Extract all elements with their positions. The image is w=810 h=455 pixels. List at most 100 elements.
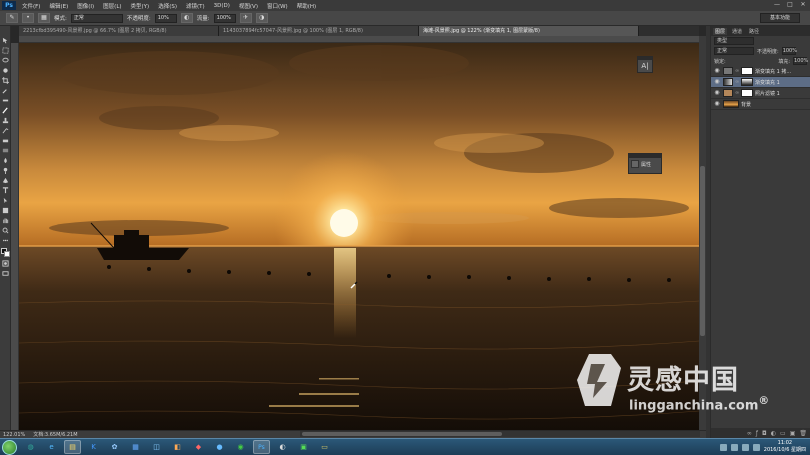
start-button[interactable]	[2, 440, 17, 455]
healing-brush-tool-icon[interactable]	[1, 96, 9, 104]
brush-tool-icon[interactable]	[1, 106, 9, 114]
tab-layers[interactable]: 图层	[713, 27, 728, 35]
pen-tool-icon[interactable]	[1, 176, 9, 184]
menu-type[interactable]: 类型(Y)	[131, 2, 150, 10]
taskbar-app-icon[interactable]: ◫	[148, 440, 165, 454]
new-layer-icon[interactable]: ▣	[790, 430, 796, 437]
blur-tool-icon[interactable]	[1, 156, 9, 164]
brush-size-icon[interactable]: •	[22, 13, 34, 23]
menu-image[interactable]: 图像(I)	[77, 2, 94, 10]
mask-thumb[interactable]	[741, 78, 753, 86]
taskbar-app-icon[interactable]: ✿	[106, 440, 123, 454]
add-mask-icon[interactable]: ◘	[762, 430, 767, 437]
color-swatches[interactable]	[0, 248, 10, 257]
marquee-tool-icon[interactable]	[1, 46, 9, 54]
taskbar-app-icon[interactable]: ▭	[316, 440, 333, 454]
zoom-tool-icon[interactable]	[1, 226, 9, 234]
quick-select-tool-icon[interactable]	[1, 66, 9, 74]
layer-row[interactable]: ◉ ∞ 渐变填充 1	[711, 77, 810, 88]
ie-icon[interactable]: e	[43, 440, 60, 454]
tab-document-3[interactable]: 海滩-风景照.jpg @ 122% (渐变填充 1, 图层蒙版/8)	[419, 26, 639, 36]
menu-file[interactable]: 文件(F)	[22, 2, 40, 10]
tab-document-1[interactable]: 2213cfbd395490-风景照.jpg @ 66.7% (图层 2 拷贝,…	[19, 26, 219, 36]
fill-field[interactable]: 100%	[793, 57, 808, 65]
network-icon[interactable]	[741, 443, 749, 451]
eye-icon[interactable]: ◉	[713, 89, 721, 97]
lasso-tool-icon[interactable]	[1, 56, 9, 64]
layer-row[interactable]: ◉ ∞ 照片滤镜 1	[711, 88, 810, 99]
taskbar-app-icon[interactable]: ◆	[190, 440, 207, 454]
tab-channels[interactable]: 通道	[730, 28, 744, 35]
airbrush-icon[interactable]: ✈	[239, 13, 252, 23]
more-tools-icon[interactable]	[1, 236, 9, 244]
move-tool-icon[interactable]	[1, 36, 9, 44]
character-panel-collapsed[interactable]: A|	[637, 56, 653, 73]
minimize-button[interactable]: —	[772, 1, 782, 9]
photoshop-taskbar-icon[interactable]: Ps	[253, 440, 270, 454]
tab-paths[interactable]: 路径	[747, 28, 761, 35]
scroll-thumb[interactable]	[700, 166, 705, 336]
eye-icon[interactable]: ◉	[713, 78, 721, 86]
menu-view[interactable]: 视图(V)	[239, 2, 258, 10]
menu-select[interactable]: 选择(S)	[158, 2, 177, 10]
clock[interactable]: 11:02 2016/10/6 星期四	[764, 440, 806, 454]
mask-thumb[interactable]	[741, 67, 753, 75]
layer-filter-select[interactable]: 类型	[714, 37, 754, 45]
quick-mask-icon[interactable]	[1, 259, 9, 267]
menu-3d[interactable]: 3D(D)	[214, 3, 230, 9]
chrome-icon[interactable]: ◉	[232, 440, 249, 454]
clone-stamp-tool-icon[interactable]	[1, 116, 9, 124]
adjustment-icon[interactable]: ◐	[771, 430, 776, 437]
taskbar-app-icon[interactable]: ◧	[169, 440, 186, 454]
eye-icon[interactable]: ◉	[713, 67, 721, 75]
volume-icon[interactable]	[752, 443, 760, 451]
hand-tool-icon[interactable]	[1, 216, 9, 224]
menu-edit[interactable]: 编辑(E)	[49, 2, 68, 10]
mode-select[interactable]: 正常	[70, 13, 123, 23]
explorer-icon[interactable]: ▤	[64, 440, 81, 454]
taskbar-app-icon[interactable]: ◍	[22, 440, 39, 454]
layer-opacity-field[interactable]: 100%	[781, 47, 797, 55]
menu-help[interactable]: 帮助(H)	[297, 2, 316, 10]
folder-icon[interactable]: ▭	[780, 430, 786, 437]
pressure-size-icon[interactable]: ◑	[255, 13, 268, 23]
background-color[interactable]	[3, 251, 10, 257]
taskbar-app-icon[interactable]: ▦	[127, 440, 144, 454]
mask-thumb[interactable]	[741, 89, 753, 97]
properties-icon[interactable]	[631, 160, 639, 168]
blend-mode-select[interactable]: 正常	[714, 47, 754, 55]
pressure-opacity-icon[interactable]: ◐	[180, 13, 193, 23]
menu-layer[interactable]: 图层(L)	[103, 2, 121, 10]
type-tool-icon[interactable]	[1, 186, 9, 194]
tray-icon[interactable]	[719, 443, 727, 451]
zoom-readout[interactable]: 122.01%	[3, 432, 25, 438]
crop-tool-icon[interactable]	[1, 76, 9, 84]
eraser-tool-icon[interactable]	[1, 136, 9, 144]
taskbar-app-icon[interactable]: ▣	[295, 440, 312, 454]
link-layers-icon[interactable]: ∞	[747, 430, 752, 437]
scroll-thumb[interactable]	[302, 432, 502, 436]
tray-icon[interactable]	[730, 443, 738, 451]
layer-row[interactable]: ◉ ∞ 渐变填充 1 拷...	[711, 66, 810, 77]
trash-icon[interactable]: 🗑	[799, 430, 807, 437]
tab-document-2[interactable]: 1143037894fc57047-风景照.jpg @ 100% (图层 1, …	[219, 26, 419, 36]
fx-icon[interactable]: ƒ	[756, 430, 758, 437]
path-select-tool-icon[interactable]	[1, 196, 9, 204]
history-brush-tool-icon[interactable]	[1, 126, 9, 134]
maximize-button[interactable]: □	[785, 1, 795, 9]
screen-mode-icon[interactable]	[1, 269, 9, 277]
taskbar-app-icon[interactable]: ◐	[274, 440, 291, 454]
flow-field[interactable]: 100%	[213, 13, 236, 23]
menu-filter[interactable]: 滤镜(T)	[186, 2, 205, 10]
taskbar-app-icon[interactable]: ●	[211, 440, 228, 454]
layer-row[interactable]: ◉ 背景	[711, 99, 810, 110]
dodge-tool-icon[interactable]	[1, 166, 9, 174]
brush-preset-icon[interactable]: ✎	[6, 13, 18, 23]
shape-tool-icon[interactable]	[1, 206, 9, 214]
brush-panel-icon[interactable]: ▦	[38, 13, 50, 23]
eye-icon[interactable]: ◉	[713, 100, 721, 108]
properties-panel-collapsed[interactable]: 属性	[628, 153, 662, 174]
opacity-field[interactable]: 10%	[154, 13, 177, 23]
menu-window[interactable]: 窗口(W)	[267, 2, 288, 10]
gradient-tool-icon[interactable]	[1, 146, 9, 154]
